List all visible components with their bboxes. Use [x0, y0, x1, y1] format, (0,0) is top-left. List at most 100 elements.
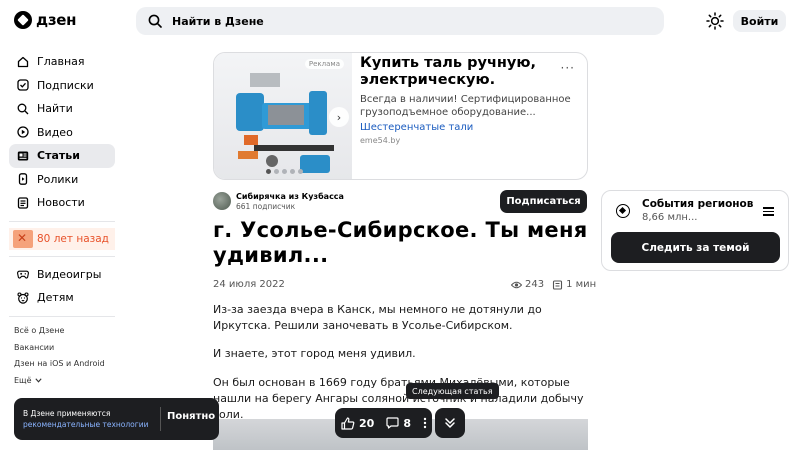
- sidebar-item-news[interactable]: Новости: [9, 191, 115, 215]
- articles-icon: [17, 150, 29, 162]
- more-actions-button[interactable]: [417, 417, 433, 429]
- book-icon: [553, 279, 563, 290]
- sidebar-item-kids[interactable]: Детям: [9, 286, 115, 310]
- carousel-dot[interactable]: [266, 169, 271, 174]
- sidebar-item-label: Видео: [37, 125, 73, 139]
- search-placeholder: Найти в Дзене: [172, 14, 264, 28]
- widget-title[interactable]: События регионов: [642, 198, 753, 210]
- shorts-icon: [17, 173, 29, 186]
- cookie-ok-button[interactable]: Понятно: [167, 411, 215, 422]
- next-article-button[interactable]: [435, 408, 465, 438]
- ad-title[interactable]: Купить таль ручную, электрическую.: [360, 55, 555, 89]
- kebab-icon: [423, 417, 427, 429]
- video-icon: [17, 126, 29, 138]
- sidebar-item-home[interactable]: Главная: [9, 50, 115, 74]
- sidebar-item-label: Статьи: [37, 149, 80, 163]
- follow-topic-button[interactable]: Следить за темой: [611, 232, 780, 263]
- article-paragraph: Из-за заезда вчера в Канск, мы немного н…: [213, 303, 542, 332]
- divider: [160, 407, 161, 431]
- comments-button[interactable]: 8: [380, 417, 417, 430]
- chevron-right-icon: ›: [336, 110, 342, 124]
- kids-icon: [17, 292, 29, 304]
- chevron-down-icon: [34, 378, 42, 383]
- ad-card[interactable]: Реклама › Купить таль ручную, электричес…: [213, 52, 588, 180]
- footer-link-apps[interactable]: Дзен на iOS и Android: [9, 356, 115, 373]
- promo-label: 80 лет назад: [37, 232, 109, 245]
- sidebar-item-shorts[interactable]: Ролики: [9, 168, 115, 192]
- ad-description: Всегда в наличии! Сертифицированное груз…: [360, 94, 571, 118]
- ad-domain: eme54.by: [360, 136, 401, 145]
- comments-count: 8: [403, 416, 411, 430]
- like-button[interactable]: 20: [335, 417, 380, 430]
- header: дзен Найти в Дзене Войти: [0, 0, 800, 42]
- eye-icon: [511, 281, 522, 288]
- ad-image[interactable]: Реклама ›: [214, 53, 352, 179]
- logo-icon: [14, 11, 32, 29]
- sidebar-item-label: Подписки: [37, 78, 94, 92]
- sidebar-item-label: Главная: [37, 55, 85, 69]
- search-icon: [148, 14, 162, 28]
- login-button[interactable]: Войти: [733, 10, 786, 32]
- topic-widget: События регионов 8,66 млн... Следить за …: [601, 190, 789, 271]
- promo-80-years[interactable]: 80 лет назад: [9, 227, 115, 250]
- footer-link-about[interactable]: Всё о Дзене: [9, 323, 115, 340]
- sidebar-item-articles[interactable]: Статьи: [9, 144, 115, 168]
- sidebar-item-search[interactable]: Найти: [9, 97, 115, 121]
- compass-icon: [616, 204, 630, 218]
- sidebar-item-videogames[interactable]: Видеоигры: [9, 263, 115, 287]
- ad-more-icon[interactable]: ···: [561, 61, 575, 75]
- divider: [9, 315, 115, 317]
- thumb-up-icon: [341, 416, 355, 430]
- sidebar-item-video[interactable]: Видео: [9, 121, 115, 145]
- views-count: 243: [525, 279, 545, 290]
- article-action-bar: 20 8: [335, 408, 432, 438]
- sidebar-item-label: Ролики: [37, 172, 79, 186]
- next-article-tooltip: Следующая статья: [406, 383, 499, 399]
- subscriptions-icon: [17, 79, 29, 91]
- read-time: 1 мин: [566, 279, 597, 290]
- news-icon: [17, 197, 29, 209]
- divider: [9, 255, 115, 257]
- promo-badge-icon: [13, 229, 33, 248]
- comment-icon: [386, 417, 399, 429]
- search-icon: [17, 103, 29, 115]
- article-title: г. Усолье-Сибирское. Ты меня удивил...: [213, 218, 588, 267]
- footer-link-more[interactable]: Ещё: [9, 372, 115, 389]
- carousel-next-button[interactable]: ›: [329, 107, 349, 127]
- carousel-dot[interactable]: [298, 169, 303, 174]
- author-name[interactable]: Сибирячка из Кузбасса: [236, 192, 344, 201]
- widget-subtitle: 8,66 млн...: [642, 212, 698, 223]
- logo-text: дзен: [36, 11, 77, 29]
- carousel-dot[interactable]: [274, 169, 279, 174]
- footer-link-vacancies[interactable]: Вакансии: [9, 339, 115, 356]
- article-stats: 243 1 мин: [511, 279, 596, 290]
- double-chevron-down-icon: [445, 418, 455, 428]
- logo[interactable]: дзен: [14, 11, 76, 29]
- theme-toggle-icon[interactable]: [706, 12, 724, 30]
- article-date: 24 июля 2022: [213, 279, 285, 290]
- carousel-dot[interactable]: [290, 169, 295, 174]
- sidebar: Главная Подписки Найти Видео Статьи Роли…: [9, 50, 115, 389]
- likes-count: 20: [359, 416, 375, 430]
- ad-link[interactable]: Шестеренчатые тали: [360, 122, 473, 133]
- cookie-message: В Дзене применяются: [23, 409, 111, 418]
- cookie-link[interactable]: рекомендательные технологии: [23, 420, 148, 429]
- read-time-stat: 1 мин: [552, 279, 596, 290]
- author-avatar[interactable]: [213, 192, 231, 210]
- article-paragraph: И знаете, этот город меня удивил.: [213, 347, 416, 360]
- home-icon: [17, 56, 29, 68]
- cookie-banner: В Дзене применяются рекомендательные тех…: [14, 398, 219, 440]
- sidebar-item-subscriptions[interactable]: Подписки: [9, 74, 115, 98]
- divider: [9, 220, 115, 222]
- cookie-text: В Дзене применяются рекомендательные тех…: [23, 408, 148, 430]
- sidebar-item-label: Новости: [37, 196, 85, 210]
- carousel-dots: [266, 169, 303, 174]
- carousel-dot[interactable]: [282, 169, 287, 174]
- sidebar-item-label: Детям: [37, 291, 74, 305]
- search-input[interactable]: Найти в Дзене: [136, 7, 664, 35]
- ad-label: Реклама: [304, 59, 344, 69]
- menu-icon[interactable]: [763, 207, 774, 218]
- gamepad-icon: [17, 268, 29, 280]
- subscribe-button[interactable]: Подписаться: [500, 190, 587, 213]
- author-subscribers: 661 подписчик: [236, 202, 296, 211]
